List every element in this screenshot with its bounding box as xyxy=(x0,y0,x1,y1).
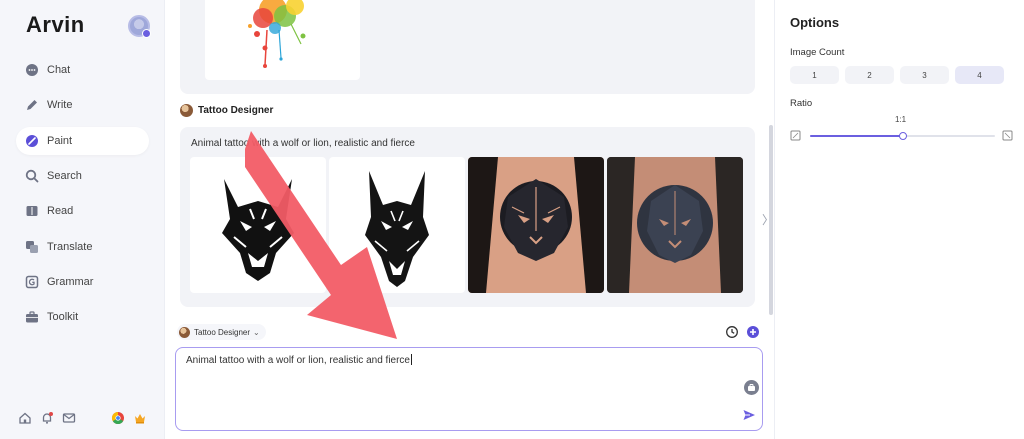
result-card: Animal tattoo with a wolf or lion, reali… xyxy=(180,127,755,307)
read-icon xyxy=(25,204,39,218)
previous-result-card xyxy=(180,0,755,94)
crown-icon[interactable] xyxy=(133,411,147,425)
main-panel: Tattoo Designer Animal tattoo with a wol… xyxy=(165,0,773,439)
agent-selector-label: Tattoo Designer xyxy=(194,327,251,337)
chevron-right-icon[interactable]: 〉 xyxy=(762,211,774,228)
sidebar-item-label: Translate xyxy=(47,241,93,253)
chevron-down-icon: ⌄ xyxy=(253,327,260,337)
options-title: Options xyxy=(790,15,840,30)
search-icon xyxy=(25,169,39,183)
image-count-label: Image Count xyxy=(790,47,845,58)
sidebar-item-label: Search xyxy=(47,170,82,182)
sidebar-item-toolkit[interactable]: Toolkit xyxy=(16,303,149,331)
text-caret xyxy=(411,354,412,365)
brand-logo: Arvin xyxy=(26,12,85,37)
translate-icon xyxy=(25,240,39,254)
agent-avatar xyxy=(179,326,190,338)
sidebar-item-paint[interactable]: Paint xyxy=(16,127,149,155)
generated-image-3[interactable] xyxy=(468,157,604,293)
image-count-1-button[interactable]: 1 xyxy=(790,66,839,84)
generated-image-1[interactable] xyxy=(190,157,326,293)
home-icon[interactable] xyxy=(18,411,32,425)
paint-icon xyxy=(25,134,39,148)
composer-toolbar: Tattoo Designer ⌄ xyxy=(177,324,762,342)
sidebar-item-read[interactable]: Read xyxy=(16,197,149,225)
paint-splash-image[interactable] xyxy=(205,0,360,80)
sidebar-item-grammar[interactable]: Grammar xyxy=(16,268,149,296)
prompt-input[interactable]: Animal tattoo with a wolf or lion, reali… xyxy=(175,347,763,431)
agent-selector[interactable]: Tattoo Designer ⌄ xyxy=(177,324,266,340)
sidebar-item-label: Toolkit xyxy=(47,311,79,323)
ratio-slider-fill xyxy=(810,135,903,137)
image-count-3-button[interactable]: 3 xyxy=(900,66,949,84)
prompt-text: Animal tattoo with a wolf or lion, reali… xyxy=(191,138,415,149)
toolkit-icon xyxy=(25,310,39,324)
ratio-landscape-icon[interactable] xyxy=(1002,130,1013,141)
footer-right-icons xyxy=(111,411,147,425)
new-chat-icon[interactable] xyxy=(746,325,760,339)
mail-icon[interactable] xyxy=(62,411,76,425)
agent-name: Tattoo Designer xyxy=(198,105,274,116)
sidebar: Arvin Chat Write Paint Search Read Trans… xyxy=(0,0,165,439)
sidebar-item-chat[interactable]: Chat xyxy=(16,56,149,84)
agent-avatar xyxy=(180,104,193,117)
agent-header: Tattoo Designer xyxy=(180,104,273,117)
generated-image-4[interactable] xyxy=(607,157,743,293)
prompt-input-text: Animal tattoo with a wolf or lion, reali… xyxy=(186,354,412,366)
image-count-4-button[interactable]: 4 xyxy=(955,66,1004,84)
options-panel: Options Image Count 1 2 3 4 Ratio 1:1 xyxy=(774,0,1024,439)
sidebar-item-label: Grammar xyxy=(47,276,94,288)
ratio-value: 1:1 xyxy=(895,115,907,124)
history-icon[interactable] xyxy=(725,325,739,339)
generated-image-2[interactable] xyxy=(329,157,465,293)
ratio-label: Ratio xyxy=(790,98,813,109)
sidebar-item-label: Chat xyxy=(47,64,71,76)
image-count-2-button[interactable]: 2 xyxy=(845,66,894,84)
sidebar-item-write[interactable]: Write xyxy=(16,91,149,119)
write-icon xyxy=(25,98,39,112)
toolbox-icon[interactable] xyxy=(744,380,759,395)
sidebar-item-search[interactable]: Search xyxy=(16,162,149,190)
chat-icon xyxy=(25,63,39,77)
ratio-slider[interactable] xyxy=(810,132,995,140)
footer-icon-row xyxy=(18,411,76,425)
sidebar-item-label: Read xyxy=(47,205,74,217)
send-icon[interactable] xyxy=(742,408,756,422)
sidebar-item-translate[interactable]: Translate xyxy=(16,233,149,261)
ratio-portrait-icon[interactable] xyxy=(790,130,801,141)
sidebar-item-label: Paint xyxy=(47,135,73,147)
avatar-badge xyxy=(142,29,151,38)
chrome-icon[interactable] xyxy=(111,411,125,425)
sidebar-item-label: Write xyxy=(47,99,73,111)
grammar-icon xyxy=(25,275,39,289)
ratio-slider-thumb[interactable] xyxy=(898,132,907,140)
bell-icon[interactable] xyxy=(40,411,54,425)
